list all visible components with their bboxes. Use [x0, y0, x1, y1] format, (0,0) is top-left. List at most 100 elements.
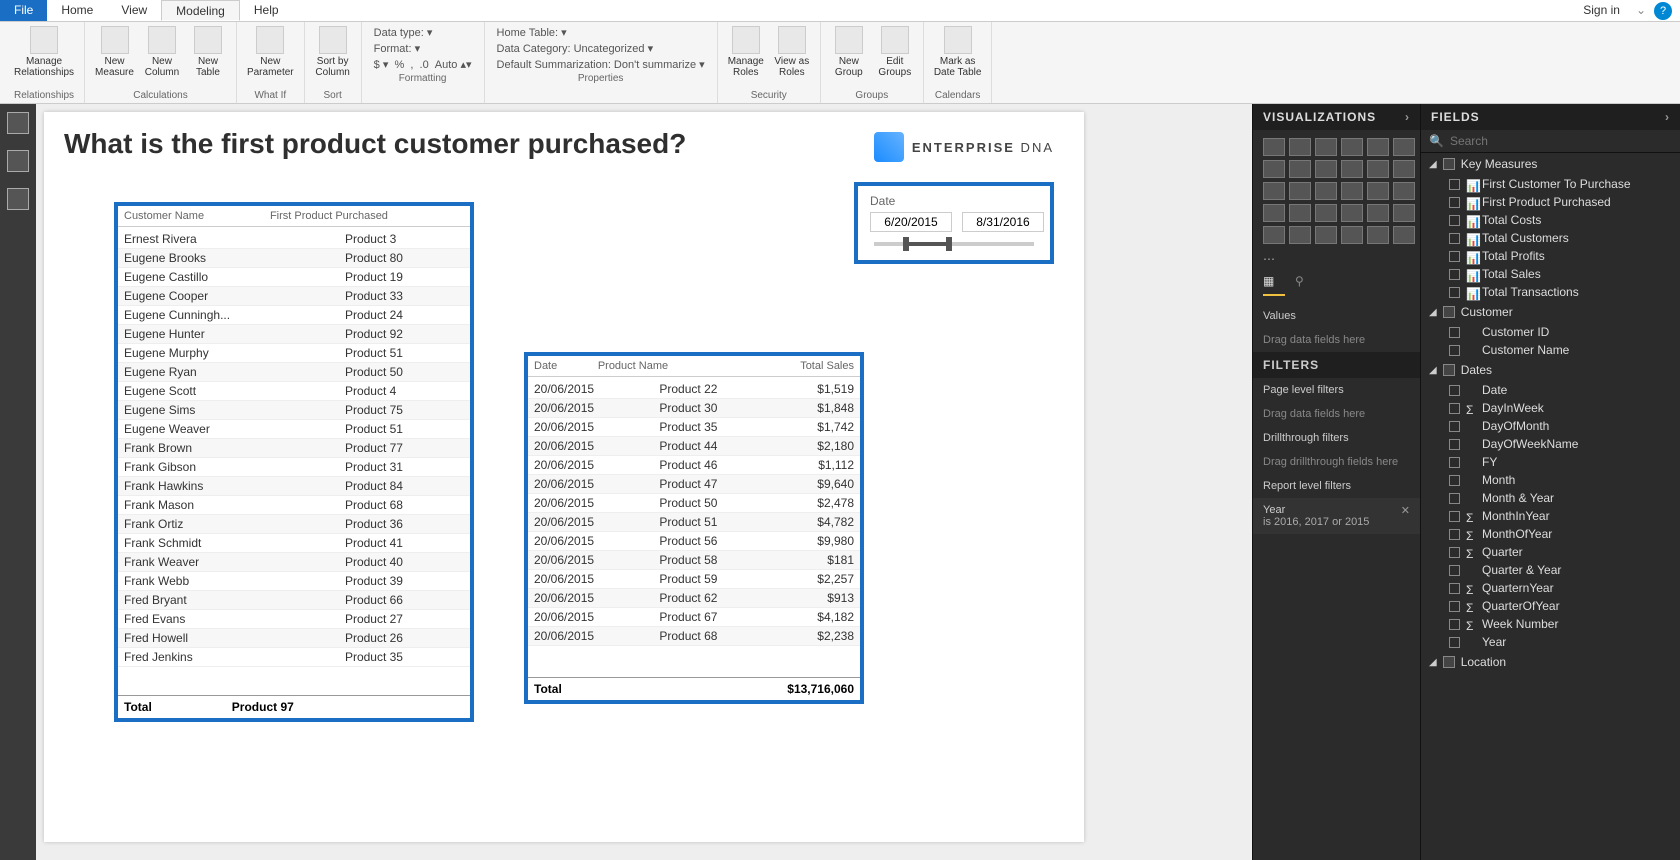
field-item[interactable]: ΣQuarterOfYear [1421, 597, 1680, 615]
checkbox[interactable] [1449, 601, 1460, 612]
drill-filters-drop[interactable]: Drag drillthrough fields here [1253, 450, 1420, 474]
table-row[interactable]: 20/06/2015Product 58$181 [528, 551, 860, 570]
table-row[interactable]: 20/06/2015Product 51$4,782 [528, 513, 860, 532]
table-row[interactable]: Frank SchmidtProduct 41 [118, 534, 470, 553]
table-row[interactable]: Eugene BrooksProduct 80 [118, 249, 470, 268]
table-row[interactable]: Frank GibsonProduct 31 [118, 458, 470, 477]
slicer-to-input[interactable] [962, 212, 1044, 232]
menu-home[interactable]: Home [47, 0, 107, 21]
checkbox[interactable] [1449, 547, 1460, 558]
field-item[interactable]: DayOfMonth [1421, 417, 1680, 435]
report-view-icon[interactable] [7, 112, 29, 134]
col-header[interactable]: Customer Name [118, 206, 264, 227]
checkbox[interactable] [1449, 403, 1460, 414]
table-row[interactable]: Frank HawkinsProduct 84 [118, 477, 470, 496]
new-column-button[interactable]: New Column [140, 24, 184, 80]
table-row[interactable]: Eugene HunterProduct 92 [118, 325, 470, 344]
checkbox[interactable] [1449, 385, 1460, 396]
field-item[interactable]: ΣMonthOfYear [1421, 525, 1680, 543]
fields-search-input[interactable] [1450, 134, 1672, 148]
checkbox[interactable] [1449, 583, 1460, 594]
viz-type-icon[interactable] [1341, 138, 1363, 156]
menu-view[interactable]: View [107, 0, 161, 21]
viz-type-icon[interactable] [1263, 182, 1285, 200]
viz-type-icon[interactable] [1289, 226, 1311, 244]
menu-modeling[interactable]: Modeling [161, 0, 240, 21]
checkbox[interactable] [1449, 345, 1460, 356]
slicer-handle-left[interactable] [903, 237, 909, 251]
field-item[interactable]: ΣDayInWeek [1421, 399, 1680, 417]
field-item[interactable]: 📊Total Sales [1421, 265, 1680, 283]
fields-tab-icon[interactable]: ▦ [1263, 274, 1285, 296]
viz-type-icon[interactable] [1393, 160, 1415, 178]
viz-type-icon[interactable] [1289, 182, 1311, 200]
field-item[interactable]: ΣMonthInYear [1421, 507, 1680, 525]
data-type-dropdown[interactable]: Data type: ▾ [374, 26, 472, 39]
new-measure-button[interactable]: New Measure [91, 24, 138, 80]
field-item[interactable]: ΣWeek Number [1421, 615, 1680, 633]
edit-groups-button[interactable]: Edit Groups [873, 24, 917, 80]
date-product-sales-table[interactable]: DateProduct NameTotal Sales 20/06/2015Pr… [524, 352, 864, 704]
checkbox[interactable] [1449, 421, 1460, 432]
checkbox[interactable] [1449, 327, 1460, 338]
field-item[interactable]: DayOfWeekName [1421, 435, 1680, 453]
table-row[interactable]: Fred BryantProduct 66 [118, 591, 470, 610]
chevron-down-icon[interactable]: ⌄ [1632, 0, 1650, 21]
checkbox[interactable] [1449, 233, 1460, 244]
viz-more[interactable]: ⋯ [1253, 252, 1420, 270]
col-header[interactable]: First Product Purchased [264, 206, 470, 227]
sign-in[interactable]: Sign in [1571, 0, 1632, 21]
checkbox[interactable] [1449, 457, 1460, 468]
viz-type-icon[interactable] [1263, 226, 1285, 244]
page-filters-drop[interactable]: Drag data fields here [1253, 402, 1420, 426]
new-table-button[interactable]: New Table [186, 24, 230, 80]
table-row[interactable]: Eugene CooperProduct 33 [118, 287, 470, 306]
table-row[interactable]: 20/06/2015Product 68$2,238 [528, 627, 860, 646]
viz-type-icon[interactable] [1393, 182, 1415, 200]
field-item[interactable]: 📊Total Transactions [1421, 283, 1680, 301]
viz-type-icon[interactable] [1367, 160, 1389, 178]
field-item[interactable]: Quarter & Year [1421, 561, 1680, 579]
field-item[interactable]: Month [1421, 471, 1680, 489]
table-row[interactable]: Eugene ScottProduct 4 [118, 382, 470, 401]
viz-type-icon[interactable] [1263, 204, 1285, 222]
data-view-icon[interactable] [7, 150, 29, 172]
table-row[interactable]: 20/06/2015Product 47$9,640 [528, 475, 860, 494]
viz-type-icon[interactable] [1341, 226, 1363, 244]
close-icon[interactable]: ✕ [1401, 504, 1410, 517]
fields-search[interactable]: 🔍 [1421, 130, 1680, 153]
format-tab-icon[interactable]: ⚲ [1295, 274, 1317, 296]
report-canvas[interactable]: What is the first product customer purch… [36, 104, 1252, 860]
viz-type-icon[interactable] [1289, 204, 1311, 222]
field-table[interactable]: ◢Key Measures [1421, 153, 1680, 175]
checkbox[interactable] [1449, 251, 1460, 262]
table-row[interactable]: 20/06/2015Product 30$1,848 [528, 399, 860, 418]
format-dropdown[interactable]: Format: ▾ [374, 42, 472, 55]
field-table[interactable]: ◢Location [1421, 651, 1680, 673]
field-table[interactable]: ◢Customer [1421, 301, 1680, 323]
field-item[interactable]: ΣQuarternYear [1421, 579, 1680, 597]
viz-type-icon[interactable] [1393, 226, 1415, 244]
table-row[interactable]: Fred JenkinsProduct 35 [118, 648, 470, 667]
viz-type-icon[interactable] [1393, 204, 1415, 222]
checkbox[interactable] [1449, 511, 1460, 522]
table-row[interactable]: Frank BrownProduct 77 [118, 439, 470, 458]
table-row[interactable]: 20/06/2015Product 50$2,478 [528, 494, 860, 513]
manage-roles-button[interactable]: Manage Roles [724, 24, 768, 80]
date-slicer[interactable]: Date [854, 182, 1054, 264]
table-row[interactable]: 20/06/2015Product 44$2,180 [528, 437, 860, 456]
table-row[interactable]: Ernest RiveraProduct 3 [118, 230, 470, 249]
default-summarization-dropdown[interactable]: Default Summarization: Don't summarize ▾ [497, 58, 705, 71]
field-item[interactable]: Customer Name [1421, 341, 1680, 359]
table-row[interactable]: Frank OrtizProduct 36 [118, 515, 470, 534]
table-row[interactable]: Eugene CastilloProduct 19 [118, 268, 470, 287]
col-header[interactable]: Date [528, 356, 592, 377]
year-filter[interactable]: ✕ Year is 2016, 2017 or 2015 [1253, 498, 1420, 534]
mark-date-table-button[interactable]: Mark as Date Table [930, 24, 986, 80]
viz-type-icon[interactable] [1341, 204, 1363, 222]
checkbox[interactable] [1449, 475, 1460, 486]
sort-by-column-button[interactable]: Sort by Column [311, 24, 355, 80]
model-view-icon[interactable] [7, 188, 29, 210]
values-drop[interactable]: Drag data fields here [1253, 328, 1420, 352]
table-row[interactable]: Fred EvansProduct 27 [118, 610, 470, 629]
